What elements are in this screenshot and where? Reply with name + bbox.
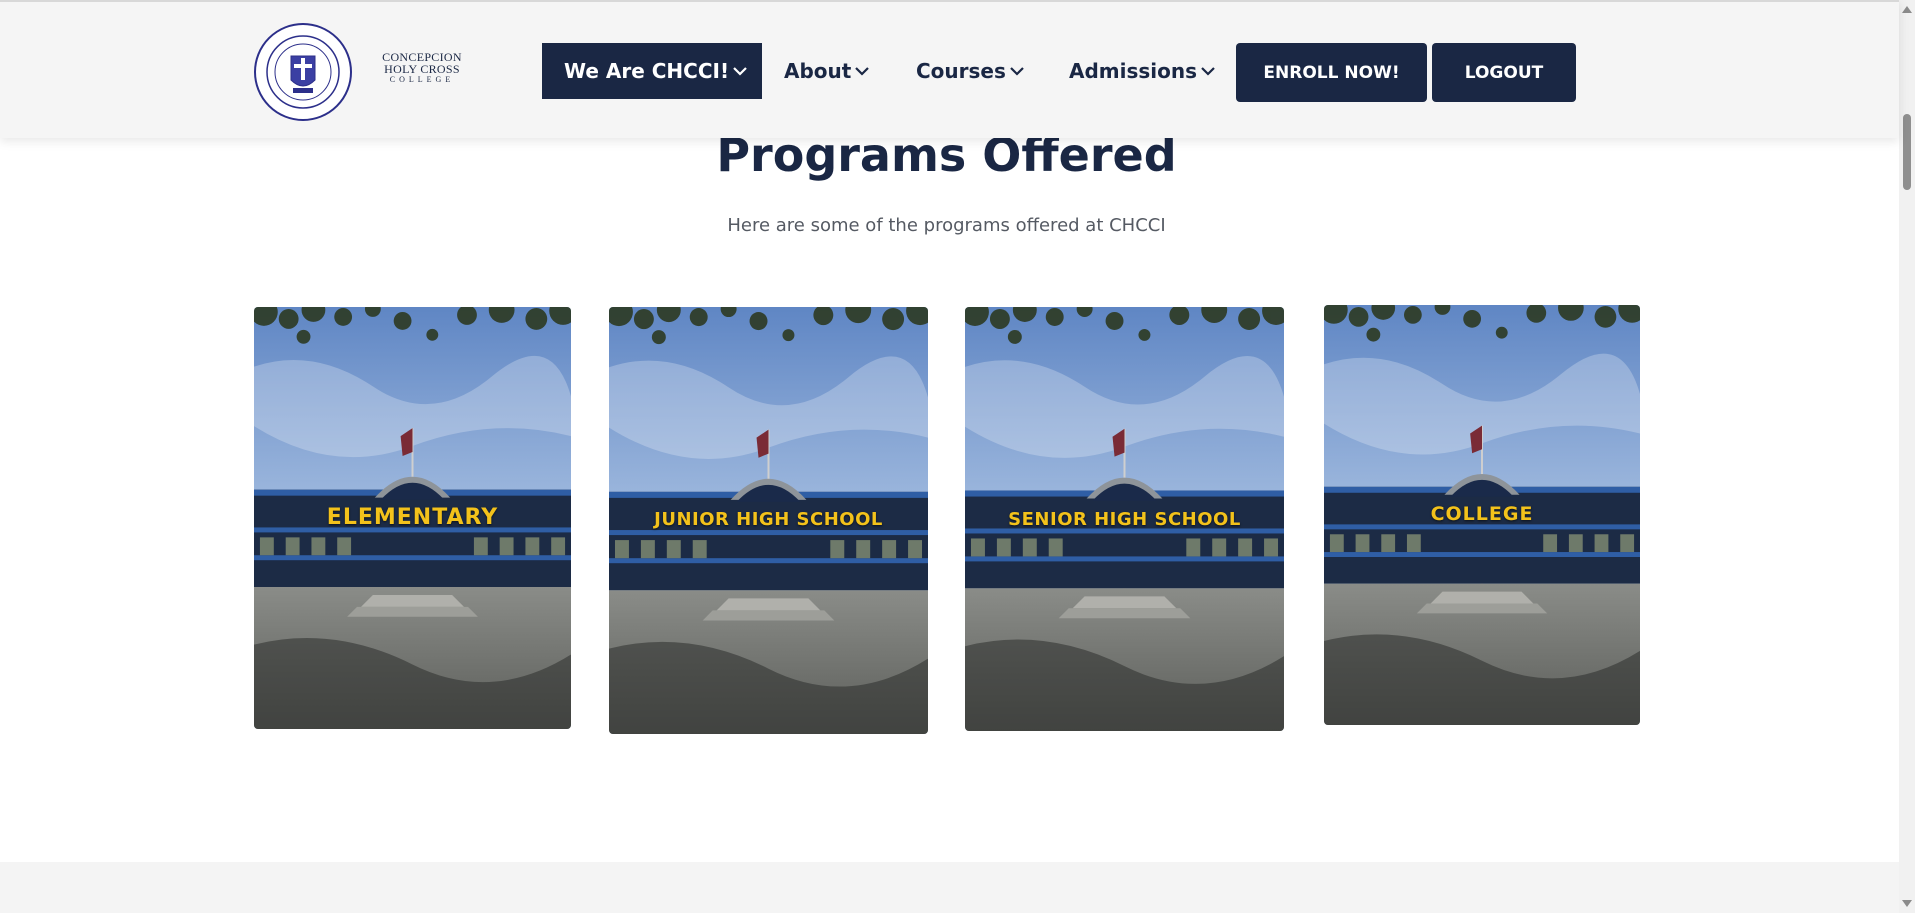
program-label-college: COLLEGE	[1430, 503, 1534, 525]
chevron-down-icon	[855, 67, 870, 76]
logout-button[interactable]: LOGOUT	[1432, 43, 1576, 102]
program-label-senior-high: SENIOR HIGH SCHOOL	[1008, 509, 1241, 530]
chevron-down-icon	[733, 67, 747, 76]
page-scrollbar[interactable]	[1899, 0, 1915, 913]
nav-about[interactable]: About	[784, 43, 870, 99]
enroll-now-button[interactable]: ENROLL NOW!	[1236, 43, 1427, 102]
wordmark-line2: HOLY CROSS	[384, 62, 460, 76]
program-label-junior-high: JUNIOR HIGH SCHOOL	[654, 509, 883, 530]
chevron-down-icon	[1010, 67, 1024, 76]
section-subtitle: Here are some of the programs offered at…	[727, 215, 1166, 236]
program-card-junior-high[interactable]: JUNIOR HIGH SCHOOL	[609, 307, 928, 734]
nav-admissions[interactable]: Admissions	[1069, 43, 1216, 99]
scrollbar-thumb[interactable]	[1903, 114, 1911, 190]
next-section-band	[0, 862, 1899, 913]
college-wordmark[interactable]: CONCEPCION HOLY CROSS COLLEGE	[374, 51, 470, 84]
program-label-elementary: ELEMENTARY	[326, 505, 499, 530]
college-seal-icon[interactable]	[253, 22, 353, 122]
chevron-down-icon	[1201, 67, 1215, 76]
nav-admissions-label: Admissions	[1069, 59, 1198, 83]
program-card-elementary[interactable]: ELEMENTARY	[254, 307, 571, 729]
nav-we-are-chcci[interactable]: We Are CHCCI!	[542, 43, 762, 99]
nav-about-label: About	[784, 59, 852, 83]
wordmark-line3: COLLEGE	[389, 75, 455, 84]
nav-we-are-chcci-label: We Are CHCCI!	[564, 59, 730, 83]
nav-courses[interactable]: Courses	[916, 43, 1025, 99]
site-header: CONCEPCION HOLY CROSS COLLEGE We Are CHC…	[0, 0, 1899, 138]
program-card-senior-high[interactable]: SENIOR HIGH SCHOOL	[965, 307, 1284, 731]
program-card-college[interactable]: COLLEGE	[1324, 305, 1640, 725]
scroll-up-arrow-icon[interactable]	[1902, 6, 1912, 13]
nav-courses-label: Courses	[916, 59, 1006, 83]
scroll-down-arrow-icon[interactable]	[1902, 900, 1912, 907]
